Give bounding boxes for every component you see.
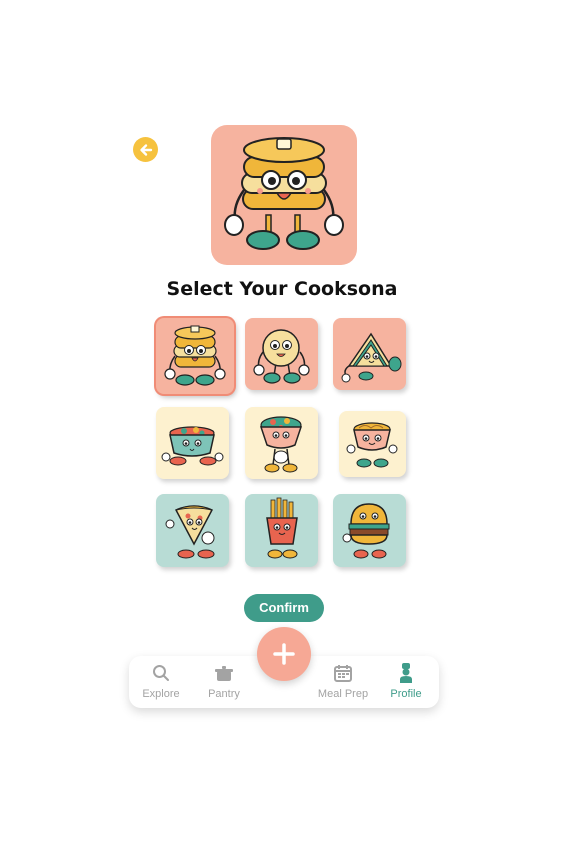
pizza-icon <box>165 505 215 559</box>
add-button[interactable] <box>257 627 311 681</box>
confirm-button[interactable]: Confirm <box>244 594 324 622</box>
nav-profile-label: Profile <box>390 688 422 700</box>
pancake-character-illustration <box>224 137 344 250</box>
fries-icon <box>266 497 298 559</box>
cooksona-tile-sandwich[interactable] <box>333 318 406 390</box>
cooksona-tile-fries[interactable] <box>245 494 318 567</box>
nav-profile[interactable]: Profile <box>376 662 436 700</box>
cooksona-tile-salad-bowl[interactable] <box>156 407 229 479</box>
cooksona-tile-pancake[interactable] <box>156 318 234 394</box>
burger-icon <box>342 503 390 559</box>
nav-meal-prep[interactable]: Meal Prep <box>313 662 373 700</box>
cooksona-tile-pizza[interactable] <box>156 494 229 567</box>
sandwich-icon <box>341 332 402 383</box>
cooksona-tile-cracker[interactable] <box>245 318 318 390</box>
arrow-left-icon <box>139 143 152 156</box>
ramen-bowl-icon <box>346 422 398 468</box>
salad-bowl-icon <box>161 426 224 466</box>
nav-explore-label: Explore <box>142 688 180 700</box>
pancake-icon <box>164 325 226 386</box>
cracker-icon <box>253 329 310 384</box>
cooksona-tile-burger[interactable] <box>333 494 406 567</box>
cooksona-tile-ramen-bowl[interactable] <box>339 411 406 477</box>
nav-pantry[interactable]: Pantry <box>194 662 254 700</box>
pot-icon <box>215 666 233 681</box>
nav-explore[interactable]: Explore <box>131 662 191 700</box>
plus-icon <box>273 643 295 665</box>
veggie-bowl-icon <box>259 416 303 473</box>
cooksona-tile-veggie-bowl[interactable] <box>245 407 318 479</box>
back-button[interactable] <box>133 137 158 162</box>
search-icon <box>153 665 169 681</box>
nav-meal-prep-label: Meal Prep <box>317 688 369 700</box>
calendar-icon <box>334 665 352 682</box>
chef-icon <box>400 663 412 683</box>
page-title: Select Your Cooksona <box>166 278 398 300</box>
selected-cooksona-preview <box>211 125 357 265</box>
nav-pantry-label: Pantry <box>208 688 240 700</box>
